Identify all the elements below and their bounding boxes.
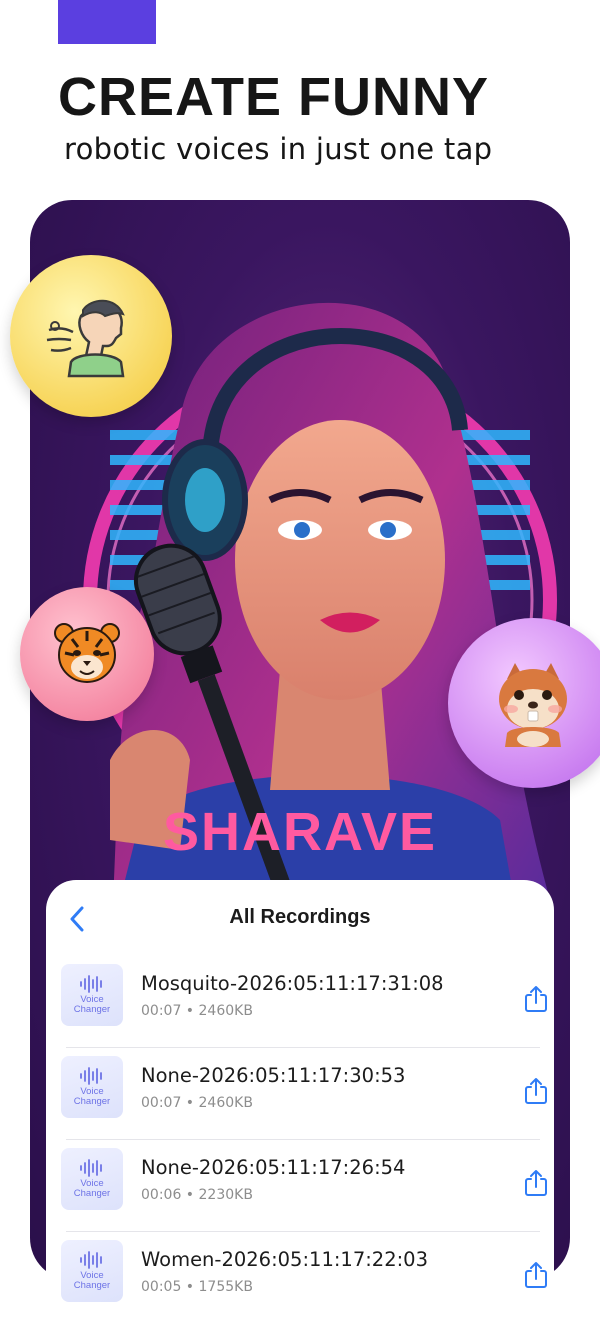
waveform-icon bbox=[80, 975, 102, 993]
blowing-person-badge bbox=[10, 255, 172, 417]
panel-title: All Recordings bbox=[229, 906, 371, 928]
waveform-icon bbox=[80, 1159, 102, 1177]
recording-name: None-2026:05:11:17:26:54 bbox=[141, 1156, 406, 1179]
voice-changer-thumbnail: Voice Changer bbox=[61, 1240, 123, 1302]
tiger-icon bbox=[54, 623, 120, 683]
recording-name: Mosquito-2026:05:11:17:31:08 bbox=[141, 972, 444, 995]
recording-name: Women-2026:05:11:17:22:03 bbox=[141, 1248, 428, 1271]
voice-changer-thumbnail: Voice Changer bbox=[61, 964, 123, 1026]
tiger-badge bbox=[20, 587, 154, 721]
recording-row[interactable]: Voice Changer Mosquito-2026:05:11:17:31:0… bbox=[46, 956, 554, 1048]
share-icon bbox=[525, 1078, 547, 1104]
chipmunk-icon bbox=[499, 663, 567, 747]
recordings-list: Voice Changer Mosquito-2026:05:11:17:31:0… bbox=[46, 956, 554, 1324]
recordings-panel: All Recordings Voice Changer Mosquito-202… bbox=[46, 880, 554, 1302]
recording-meta: 00:07 • 2460KB bbox=[141, 1095, 253, 1111]
share-button[interactable] bbox=[523, 1168, 549, 1198]
recording-row[interactable]: Voice Changer None-2026:05:11:17:26:54 00… bbox=[46, 1140, 554, 1232]
promo-headline: CREATE FUNNY bbox=[58, 67, 490, 127]
blowing-person-icon bbox=[46, 299, 125, 378]
thumbnail-label: Voice Changer bbox=[73, 1270, 111, 1291]
share-button[interactable] bbox=[523, 984, 549, 1014]
thumbnail-label: Voice Changer bbox=[73, 994, 111, 1015]
thumbnail-label: Voice Changer bbox=[73, 1086, 111, 1107]
recording-row[interactable]: Voice Changer Women-2026:05:11:17:22:03 0… bbox=[46, 1232, 554, 1324]
waveform-icon bbox=[80, 1251, 102, 1269]
recording-meta: 00:06 • 2230KB bbox=[141, 1187, 253, 1203]
share-icon bbox=[525, 1170, 547, 1196]
recording-row[interactable]: Voice Changer None-2026:05:11:17:30:53 00… bbox=[46, 1048, 554, 1140]
accent-bar bbox=[58, 0, 156, 44]
promo-subline: robotic voices in just one tap bbox=[64, 132, 493, 166]
shirt-graphic-text: SHARAVE bbox=[163, 802, 437, 862]
recording-meta: 00:05 • 1755KB bbox=[141, 1279, 253, 1295]
recording-meta: 00:07 • 2460KB bbox=[141, 1003, 253, 1019]
panel-header: All Recordings bbox=[46, 880, 554, 956]
thumbnail-label: Voice Changer bbox=[73, 1178, 111, 1199]
voice-changer-thumbnail: Voice Changer bbox=[61, 1056, 123, 1118]
share-button[interactable] bbox=[523, 1260, 549, 1290]
waveform-icon bbox=[80, 1067, 102, 1085]
recording-name: None-2026:05:11:17:30:53 bbox=[141, 1064, 406, 1087]
share-button[interactable] bbox=[523, 1076, 549, 1106]
share-icon bbox=[525, 986, 547, 1012]
share-icon bbox=[525, 1262, 547, 1288]
voice-changer-thumbnail: Voice Changer bbox=[61, 1148, 123, 1210]
